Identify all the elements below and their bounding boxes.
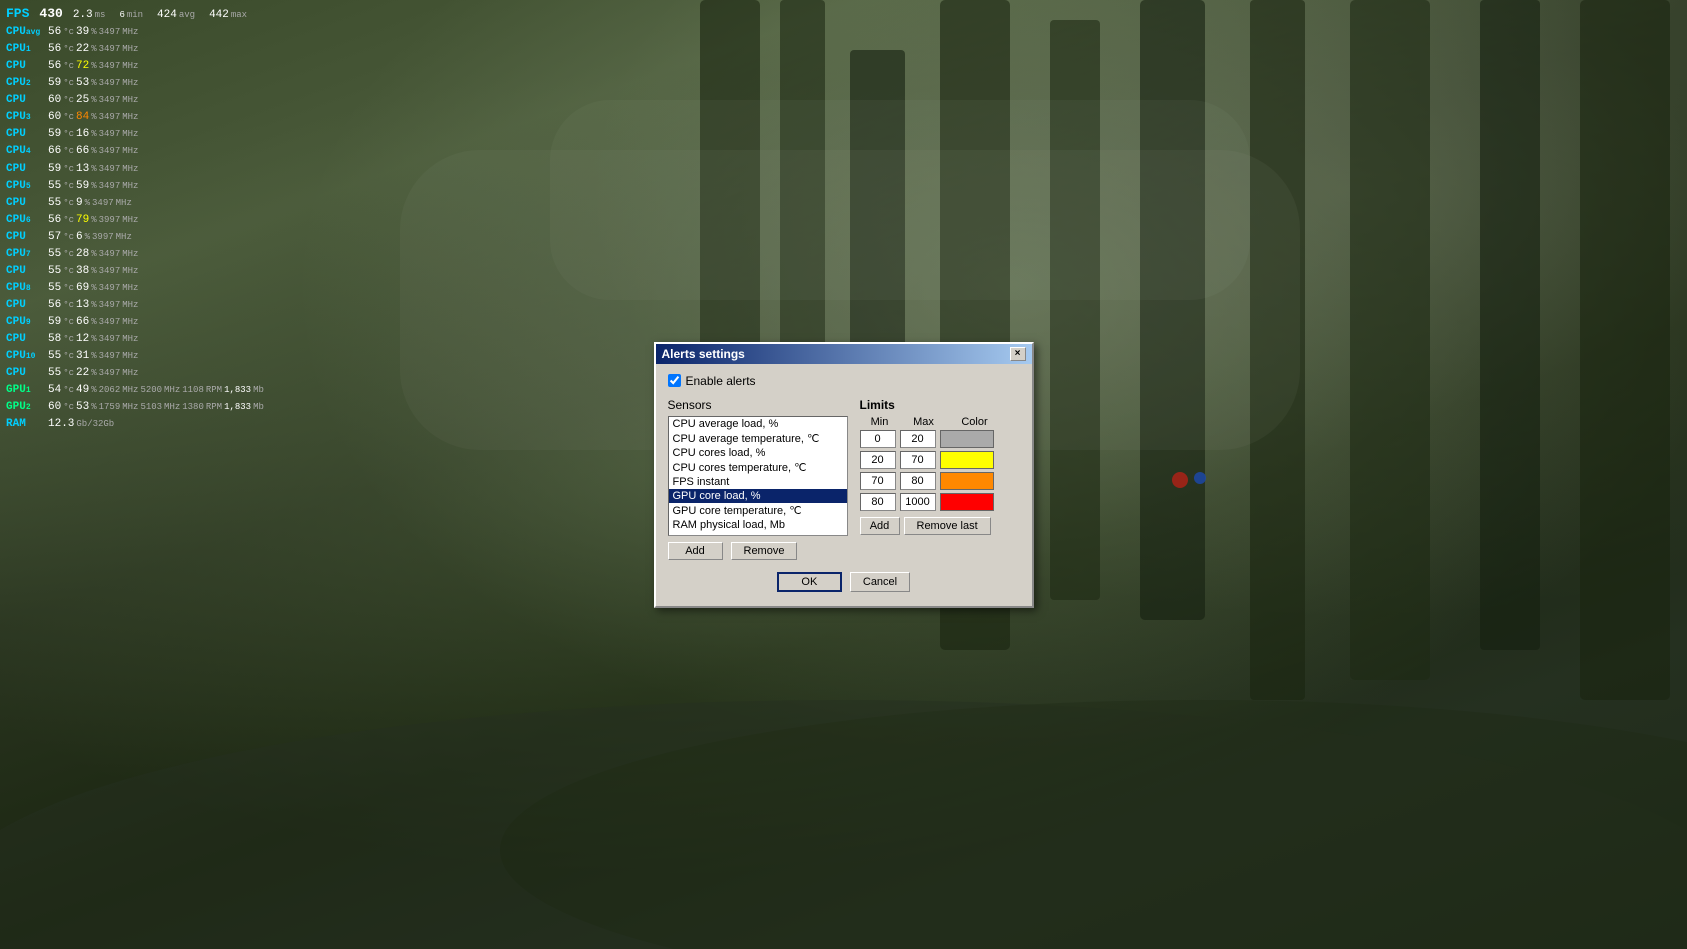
- limits-header: Min Max Color: [860, 416, 1020, 428]
- sensor-item-0[interactable]: CPU average load, %: [669, 417, 847, 431]
- limit-color-1[interactable]: [940, 451, 994, 469]
- limit-max-0[interactable]: [900, 430, 936, 448]
- dialog-body: Enable alerts Sensors CPU average load, …: [656, 364, 1032, 606]
- limit-min-1[interactable]: [860, 451, 896, 469]
- limit-max-2[interactable]: [900, 472, 936, 490]
- limit-min-3[interactable]: [860, 493, 896, 511]
- remove-sensor-button[interactable]: Remove: [731, 542, 798, 560]
- limit-min-0[interactable]: [860, 430, 896, 448]
- limit-max-1[interactable]: [900, 451, 936, 469]
- limit-row-0: [860, 430, 1020, 448]
- enable-alerts-checkbox[interactable]: [668, 374, 681, 387]
- sensor-item-3[interactable]: CPU cores temperature, ℃: [669, 460, 847, 475]
- limit-buttons: Add Remove last: [860, 517, 1020, 535]
- enable-alerts-label: Enable alerts: [686, 374, 756, 388]
- max-header: Max: [904, 416, 944, 428]
- dialog-overlay: Alerts settings × Enable alerts Sensors …: [0, 0, 1687, 949]
- sensor-item-5[interactable]: GPU core load, %: [669, 489, 847, 503]
- sensor-item-4[interactable]: FPS instant: [669, 475, 847, 489]
- sensors-label: Sensors: [668, 398, 848, 412]
- limit-row-2: [860, 472, 1020, 490]
- enable-alerts-row: Enable alerts: [668, 374, 1020, 388]
- sensor-item-6[interactable]: GPU core temperature, ℃: [669, 503, 847, 518]
- color-header: Color: [948, 416, 1002, 428]
- cancel-button[interactable]: Cancel: [850, 572, 910, 592]
- sensor-item-7[interactable]: RAM physical load, Mb: [669, 518, 847, 532]
- remove-last-button[interactable]: Remove last: [904, 517, 991, 535]
- limit-row-3: [860, 493, 1020, 511]
- alerts-dialog: Alerts settings × Enable alerts Sensors …: [654, 342, 1034, 608]
- sensor-item-1[interactable]: CPU average temperature, ℃: [669, 431, 847, 446]
- dialog-close-button[interactable]: ×: [1010, 347, 1026, 361]
- add-limit-button[interactable]: Add: [860, 517, 900, 535]
- dialog-columns: Sensors CPU average load, %CPU average t…: [668, 398, 1020, 560]
- limits-column: Limits Min Max Color Add: [860, 398, 1020, 560]
- limit-min-2[interactable]: [860, 472, 896, 490]
- limit-max-3[interactable]: [900, 493, 936, 511]
- limit-color-3[interactable]: [940, 493, 994, 511]
- limit-row-1: [860, 451, 1020, 469]
- limits-label: Limits: [860, 398, 1020, 412]
- sensors-list[interactable]: CPU average load, %CPU average temperatu…: [668, 416, 848, 536]
- add-sensor-button[interactable]: Add: [668, 542, 723, 560]
- sensor-buttons: Add Remove: [668, 542, 848, 560]
- sensors-column: Sensors CPU average load, %CPU average t…: [668, 398, 848, 560]
- dialog-titlebar: Alerts settings ×: [656, 344, 1032, 364]
- min-header: Min: [860, 416, 900, 428]
- dialog-title: Alerts settings: [662, 347, 745, 361]
- dialog-footer: OK Cancel: [668, 572, 1020, 596]
- ok-button[interactable]: OK: [777, 572, 842, 592]
- limits-rows: [860, 430, 1020, 511]
- limit-color-2[interactable]: [940, 472, 994, 490]
- sensor-item-2[interactable]: CPU cores load, %: [669, 446, 847, 460]
- limit-color-0[interactable]: [940, 430, 994, 448]
